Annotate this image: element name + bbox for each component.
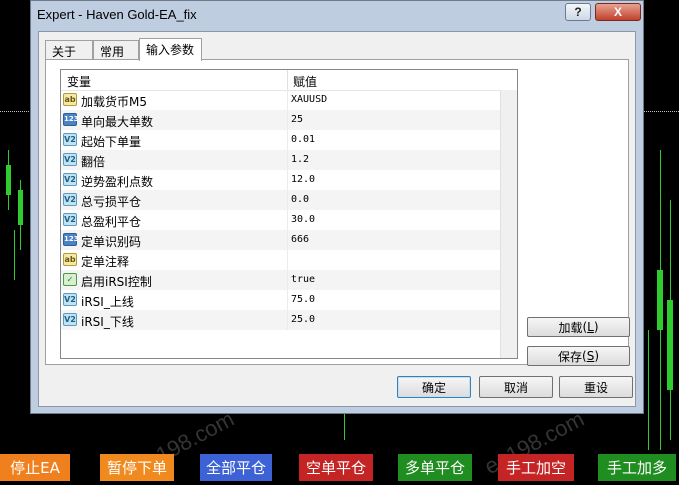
parameter-row[interactable]: V2 总亏损平仓 0.0 — [61, 190, 500, 210]
load-button-label: 加载 — [558, 320, 583, 335]
column-header-variable[interactable]: 变量 — [67, 73, 91, 90]
reset-button[interactable]: 重设 — [559, 376, 633, 398]
chart-candle-wick — [14, 230, 15, 280]
pause-orders-button[interactable]: 暂停下单 — [100, 454, 174, 481]
load-button-key: L — [587, 320, 594, 334]
manual-long-button[interactable]: 手工加多 — [598, 454, 676, 481]
parameter-value[interactable]: 25 — [291, 114, 303, 125]
string-type-icon: ab — [63, 253, 77, 266]
parameters-grid: 变量 赋值 ab 加载货币M5 XAUUSD 123 单向最大单数 25 V2 起始下单量… — [60, 69, 518, 359]
double-type-icon: V2 — [63, 133, 77, 146]
parameter-name: 单向最大单数 — [81, 115, 154, 129]
parameter-row[interactable]: V2 iRSI_上线 75.0 — [61, 290, 500, 310]
double-type-icon: V2 — [63, 173, 77, 186]
cancel-button[interactable]: 取消 — [479, 376, 553, 398]
column-divider[interactable] — [287, 70, 288, 90]
inputs-panel: 变量 赋值 ab 加载货币M5 XAUUSD 123 单向最大单数 25 V2 起始下单量… — [45, 59, 630, 366]
parameter-name: 加载货币M5 — [81, 95, 147, 109]
parameter-name: iRSI_下线 — [81, 315, 134, 329]
close-button[interactable]: X — [595, 3, 641, 21]
parameter-row[interactable]: V2 起始下单量 0.01 — [61, 130, 500, 150]
parameter-value[interactable]: XAUUSD — [291, 94, 327, 105]
parameter-value[interactable]: 666 — [291, 234, 309, 245]
parameter-value[interactable]: 12.0 — [291, 174, 315, 185]
parameter-row[interactable]: 123 定单识别码 666 — [61, 230, 500, 250]
dialog-client-area: 关于 常用 输入参数 变量 赋值 ab 加载货币M5 XAUUSD 123 单向最大单… — [38, 31, 636, 407]
parameter-name: 启用iRSI控制 — [81, 275, 152, 289]
window-title: Expert - Haven Gold-EA_fix — [37, 7, 197, 22]
parameter-row[interactable]: V2 总盈利平仓 30.0 — [61, 210, 500, 230]
integer-type-icon: 123 — [63, 233, 79, 246]
parameter-value[interactable]: 30.0 — [291, 214, 315, 225]
close-longs-button[interactable]: 多单平仓 — [398, 454, 472, 481]
parameter-name: 总盈利平仓 — [81, 215, 142, 229]
parameter-name: 逆势盈利点数 — [81, 175, 154, 189]
save-button-key: S — [586, 349, 595, 363]
parameter-name: 总亏损平仓 — [81, 195, 142, 209]
parameter-name: 定单注释 — [81, 255, 130, 269]
double-type-icon: V2 — [63, 213, 77, 226]
parameter-rows: ab 加载货币M5 XAUUSD 123 单向最大单数 25 V2 起始下单量 0.01 V… — [61, 90, 500, 330]
manual-short-button[interactable]: 手工加空 — [498, 454, 574, 481]
chart-candle-wick — [648, 330, 649, 450]
chart-candle — [6, 165, 11, 195]
parameter-value[interactable]: 1.2 — [291, 154, 309, 165]
stop-ea-button[interactable]: 停止EA — [0, 454, 70, 481]
parameter-value[interactable]: 0.0 — [291, 194, 309, 205]
parameter-name: 起始下单量 — [81, 135, 142, 149]
save-button[interactable]: 保存(S) — [527, 346, 630, 366]
double-type-icon: V2 — [63, 153, 77, 166]
parameter-row[interactable]: ✓ 启用iRSI控制 true — [61, 270, 500, 290]
chart-candle — [667, 300, 673, 390]
save-button-label: 保存 — [557, 349, 582, 364]
chart-candle — [18, 190, 23, 225]
grid-scrollbar[interactable] — [500, 90, 517, 358]
parameter-name: iRSI_上线 — [81, 295, 134, 309]
parameter-row[interactable]: V2 逆势盈利点数 12.0 — [61, 170, 500, 190]
tab-inputs[interactable]: 输入参数 — [139, 38, 202, 61]
parameter-row[interactable]: V2 翻倍 1.2 — [61, 150, 500, 170]
parameter-name: 定单识别码 — [81, 235, 142, 249]
parameter-value[interactable]: 25.0 — [291, 314, 315, 325]
parameter-value[interactable]: 75.0 — [291, 294, 315, 305]
parameter-row[interactable]: 123 单向最大单数 25 — [61, 110, 500, 130]
bool-type-icon: ✓ — [63, 273, 77, 286]
tab-common[interactable]: 常用 — [93, 40, 139, 60]
close-shorts-button[interactable]: 空单平仓 — [299, 454, 373, 481]
double-type-icon: V2 — [63, 293, 77, 306]
help-button[interactable]: ? — [565, 3, 591, 21]
expert-dialog: Expert - Haven Gold-EA_fix ? X 关于 常用 输入参… — [30, 0, 644, 414]
column-header-value[interactable]: 赋值 — [293, 73, 317, 90]
string-type-icon: ab — [63, 93, 77, 106]
integer-type-icon: 123 — [63, 113, 79, 126]
parameter-row[interactable]: ab 定单注释 — [61, 250, 500, 270]
tab-about[interactable]: 关于 — [45, 40, 93, 60]
double-type-icon: V2 — [63, 313, 77, 326]
ok-button[interactable]: 确定 — [397, 376, 471, 398]
parameter-name: 翻倍 — [81, 155, 106, 169]
parameter-row[interactable]: ab 加载货币M5 XAUUSD — [61, 90, 500, 110]
parameter-row[interactable]: V2 iRSI_下线 25.0 — [61, 310, 500, 330]
title-bar[interactable]: Expert - Haven Gold-EA_fix ? X — [31, 1, 643, 29]
parameter-value[interactable]: 0.01 — [291, 134, 315, 145]
chart-candle — [657, 270, 663, 330]
load-button[interactable]: 加载(L) — [527, 317, 630, 337]
close-all-button[interactable]: 全部平仓 — [200, 454, 272, 481]
double-type-icon: V2 — [63, 193, 77, 206]
chart-candle-wick — [344, 414, 345, 440]
parameter-value[interactable]: true — [291, 274, 315, 285]
grid-header: 变量 赋值 — [61, 70, 517, 91]
